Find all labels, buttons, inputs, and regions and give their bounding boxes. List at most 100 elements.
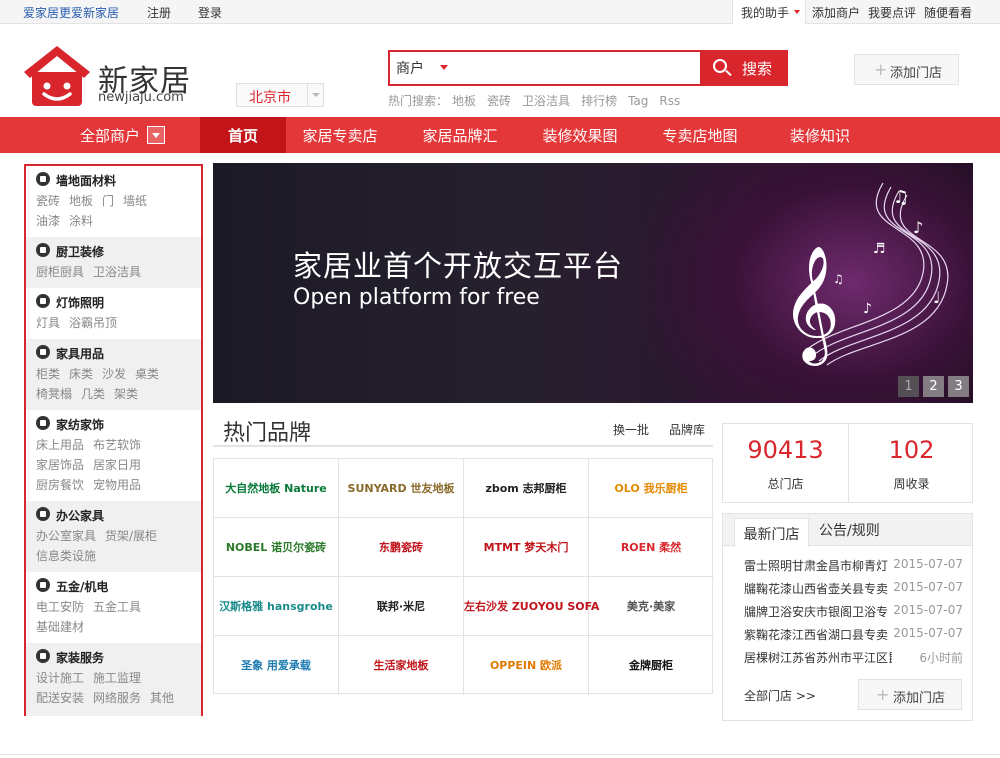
all-merchants-menu[interactable]: 全部商户 [80, 125, 140, 146]
nav-item-knowledge[interactable]: 装修知识 [770, 117, 870, 153]
category-link[interactable]: 地板 [69, 194, 93, 208]
category-link[interactable]: 施工监理 [93, 671, 141, 685]
news-item[interactable]: 紫鞠花漆江西省湖口县专卖 2015-07-07 [744, 626, 966, 642]
register-link[interactable]: 注册 [147, 4, 171, 21]
category-link[interactable]: 门 [102, 194, 114, 208]
category-link[interactable]: 设计施工 [36, 671, 84, 685]
category-link[interactable]: 瓷砖 [36, 194, 60, 208]
brand-logo-cell[interactable]: 大自然地板 Nature [214, 459, 339, 518]
category-link[interactable]: 床类 [69, 367, 93, 381]
chevron-down-icon[interactable] [307, 84, 323, 106]
brand-logo-cell[interactable]: 左右沙发 ZUOYOU SOFA [464, 577, 599, 636]
category-link[interactable]: 基础建材 [36, 620, 84, 634]
category-link[interactable]: 配送安装 [36, 691, 84, 705]
browse-link[interactable]: 随便看看 [924, 4, 972, 21]
category-link[interactable]: 货架/展柜 [105, 529, 157, 543]
brand-logo-cell[interactable]: 生活家地板 [339, 636, 464, 695]
category-link[interactable]: 卫浴洁具 [93, 265, 141, 279]
category-link[interactable]: 厨房餐饮 [36, 478, 84, 492]
category-link[interactable]: 灯具 [36, 316, 60, 330]
category-link[interactable]: 电工安防 [36, 600, 84, 614]
news-item[interactable]: 牖鞠花漆山西省壶关县专卖 2015-07-07 [744, 580, 966, 596]
chevron-down-icon[interactable] [147, 126, 165, 144]
category-link[interactable]: 墙纸 [123, 194, 147, 208]
category-link[interactable]: 网络服务 [93, 691, 141, 705]
category-link[interactable]: 居家日用 [93, 458, 141, 472]
category-link[interactable]: 沙发 [102, 367, 126, 381]
brand-logo-cell[interactable]: SUNYARD 世友地板 [339, 459, 464, 518]
category-link[interactable]: 家居饰品 [36, 458, 84, 472]
city-selector[interactable]: 北京市 [236, 83, 324, 107]
brand-logo-cell[interactable]: 联邦·米尼 [339, 577, 464, 636]
search-input[interactable] [454, 55, 694, 81]
brand-logo-cell[interactable]: 汉斯格雅 hansgrohe [214, 577, 339, 636]
search-type-select[interactable]: 商户 [396, 58, 424, 78]
brand-logo-cell[interactable]: zbom 志邦厨柜 [464, 459, 589, 518]
category-link[interactable]: 椅凳榻 [36, 387, 72, 401]
add-store-button[interactable]: + 添加门店 [858, 679, 962, 710]
category-title[interactable]: 家装服务 [56, 651, 104, 665]
category-title[interactable]: 办公家具 [56, 509, 104, 523]
category-link[interactable]: 床上用品 [36, 438, 84, 452]
news-item[interactable]: 牖牌卫浴安庆市银阁卫浴专 2015-07-07 [744, 603, 966, 619]
nav-item-gallery[interactable]: 装修效果图 [530, 117, 630, 153]
brand-logo-cell[interactable]: ROEN 柔然 [589, 518, 714, 577]
hot-search-link[interactable]: 地板 [452, 94, 476, 108]
my-helper-dropdown[interactable]: 我的助手 [732, 0, 806, 24]
hot-search-link[interactable]: Tag [628, 94, 648, 108]
hot-search-link[interactable]: 排行榜 [581, 94, 617, 108]
carousel-dot[interactable]: 1 [898, 376, 919, 397]
change-batch-link[interactable]: 换一批 [613, 421, 649, 438]
category-link[interactable]: 厨柜厨具 [36, 265, 84, 279]
category-link[interactable]: 宠物用品 [93, 478, 141, 492]
nav-item-map[interactable]: 专卖店地图 [650, 117, 750, 153]
brand-logo-cell[interactable]: 美克·美家 [589, 577, 714, 636]
news-item[interactable]: 居棵树江苏省苏州市平江区昆山... 6小时前 [744, 649, 966, 665]
brand-logo-cell[interactable]: NOBEL 诺贝尔瓷砖 [214, 518, 339, 577]
nav-item-home[interactable]: 首页 [200, 117, 286, 153]
category-link[interactable]: 办公室家具 [36, 529, 96, 543]
tab-latest-stores[interactable]: 最新门店 [734, 518, 809, 547]
hot-search-link[interactable]: 瓷砖 [487, 94, 511, 108]
category-title[interactable]: 家纺家饰 [56, 418, 104, 432]
category-title[interactable]: 灯饰照明 [56, 296, 104, 310]
category-link[interactable]: 架类 [114, 387, 138, 401]
house-logo-icon[interactable] [22, 44, 92, 108]
review-link[interactable]: 我要点评 [868, 4, 916, 21]
carousel-dot[interactable]: 3 [948, 376, 969, 397]
nav-item-brands[interactable]: 家居品牌汇 [410, 117, 510, 153]
category-link[interactable]: 浴霸吊顶 [69, 316, 117, 330]
category-title[interactable]: 五金/机电 [56, 580, 108, 594]
slogan-link[interactable]: 爱家居更爱新家居 [23, 4, 119, 21]
category-link[interactable]: 桌类 [135, 367, 159, 381]
category-title[interactable]: 家具用品 [56, 347, 104, 361]
brand-logo-cell[interactable]: MTMT 梦天木门 [464, 518, 589, 577]
category-link[interactable]: 布艺软饰 [93, 438, 141, 452]
category-title[interactable]: 厨卫装修 [56, 245, 104, 259]
category-link[interactable]: 其他 [150, 691, 174, 705]
tab-announcements[interactable]: 公告/规则 [819, 520, 880, 540]
nav-item-stores[interactable]: 家居专卖店 [290, 117, 390, 153]
add-merchant-link[interactable]: 添加商户 [812, 4, 860, 21]
banner-carousel[interactable]: 家居业首个开放交互平台 Open platform for free 𝄞 ♫ ♪… [213, 163, 973, 403]
category-link[interactable]: 几类 [81, 387, 105, 401]
category-link[interactable]: 信息类设施 [36, 549, 96, 563]
news-item[interactable]: 雷士照明甘肃金昌市柳青灯 2015-07-07 [744, 557, 966, 573]
carousel-dot[interactable]: 2 [923, 376, 944, 397]
all-stores-link[interactable]: 全部门店 >> [744, 687, 816, 704]
hot-search-link[interactable]: Rss [659, 94, 680, 108]
search-button[interactable]: 搜索 [700, 50, 788, 86]
category-link[interactable]: 涂料 [69, 214, 93, 228]
login-link[interactable]: 登录 [198, 4, 222, 21]
category-link[interactable]: 五金工具 [93, 600, 141, 614]
category-link[interactable]: 油漆 [36, 214, 60, 228]
brand-library-link[interactable]: 品牌库 [669, 421, 705, 438]
category-title[interactable]: 墙地面材料 [56, 174, 116, 188]
category-link[interactable]: 柜类 [36, 367, 60, 381]
add-store-button[interactable]: + 添加门店 [854, 54, 959, 85]
hot-search-link[interactable]: 卫浴洁具 [522, 94, 570, 108]
brand-logo-cell[interactable]: OPPEIN 欧派 [464, 636, 589, 695]
chevron-down-icon[interactable] [440, 65, 448, 70]
brand-logo-cell[interactable]: OLO 我乐厨柜 [589, 459, 714, 518]
brand-logo-cell[interactable]: 东鹏瓷砖 [339, 518, 464, 577]
